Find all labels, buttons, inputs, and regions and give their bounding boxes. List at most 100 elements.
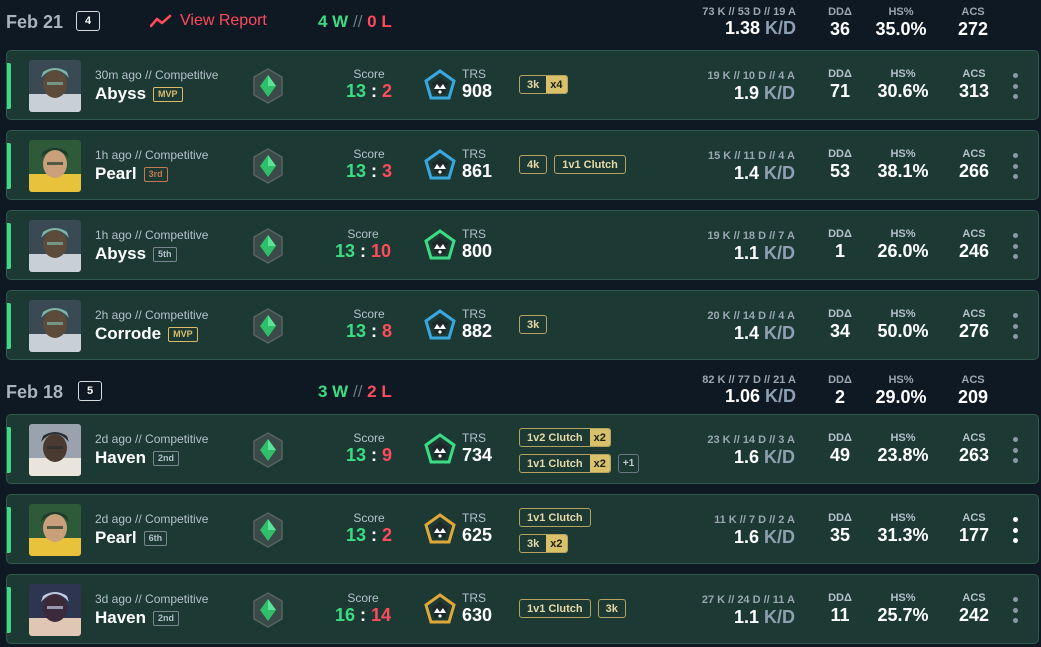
- win-loss-summary: 4 W // 0 L: [318, 12, 392, 31]
- match-acs: ACS 177: [958, 512, 990, 545]
- match-kd: 1.1 K/D: [733, 243, 795, 263]
- more-options-icon[interactable]: [1013, 313, 1019, 339]
- rank-icon: [252, 148, 284, 184]
- rank-icon: [252, 592, 284, 628]
- badge-multiplier: x4: [546, 76, 567, 93]
- trs-rank-icon: [423, 513, 457, 547]
- more-options-icon[interactable]: [1013, 437, 1019, 463]
- day-ddd: DDΔ 36: [828, 6, 852, 39]
- win-indicator: [7, 507, 11, 553]
- match-kd: 1.9 K/D: [733, 83, 795, 103]
- day-header-feb18: Feb 18 5 3 W // 2 L 82 K // 77 D // 21 A…: [0, 370, 1041, 414]
- trs-rank-icon: [423, 309, 457, 343]
- map-name: Abyss MVP: [95, 84, 183, 104]
- agent-portrait: [29, 300, 81, 352]
- day-kd: 1.06 K/D: [724, 386, 796, 406]
- match-card[interactable]: 30m ago // Competitive Abyss MVP Score 1…: [6, 50, 1039, 120]
- placement-badge: 2nd: [153, 610, 180, 626]
- view-report-button[interactable]: View Report: [150, 12, 267, 30]
- placement-badge: 5th: [153, 246, 177, 262]
- day-kda: 82 K // 77 D // 21 A: [702, 374, 796, 386]
- day-header-feb21: Feb 21 4 View Report 4 W // 0 L 73 K // …: [0, 0, 1041, 44]
- match-card[interactable]: 1h ago // Competitive Abyss 5th Score 13…: [6, 210, 1039, 280]
- highlight-badge: 1v1 Clutch: [519, 508, 591, 527]
- rank-icon: [252, 512, 284, 548]
- match-card[interactable]: 1h ago // Competitive Pearl 3rd Score 13…: [6, 130, 1039, 200]
- win-indicator: [7, 63, 11, 109]
- agent-portrait: [29, 220, 81, 272]
- more-options-icon[interactable]: [1013, 233, 1019, 259]
- match-kd: 1.6 K/D: [733, 527, 795, 547]
- match-ddd: DDΔ 35: [828, 512, 852, 545]
- placement-badge: 2nd: [153, 450, 180, 466]
- win-indicator: [7, 303, 11, 349]
- match-card[interactable]: 2d ago // Competitive Haven 2nd Score 13…: [6, 414, 1039, 484]
- more-options-icon[interactable]: [1013, 517, 1019, 543]
- trs-score: TRS 800: [462, 227, 493, 261]
- more-options-icon[interactable]: [1013, 153, 1019, 179]
- map-name: Corrode MVP: [95, 324, 198, 344]
- trs-score: TRS 625: [462, 511, 493, 545]
- rank-icon: [252, 432, 284, 468]
- match-kda: 23 K // 14 D // 3 A: [707, 434, 795, 446]
- highlight-badge: 3k x4: [519, 75, 568, 94]
- map-name: Pearl 6th: [95, 528, 168, 548]
- badge-multiplier: x2: [589, 429, 610, 446]
- day-match-count: 5: [78, 381, 102, 401]
- highlight-badges: [519, 235, 719, 242]
- match-hs: HS% 31.3%: [877, 512, 929, 545]
- more-options-icon[interactable]: [1013, 597, 1019, 623]
- match-score: Score 13:10: [334, 227, 392, 261]
- highlight-badge: 3k: [597, 599, 626, 618]
- trs-score: TRS 882: [462, 307, 493, 341]
- match-acs: ACS 246: [958, 228, 990, 261]
- trs-rank-icon: [423, 433, 457, 467]
- match-acs: ACS 266: [958, 148, 990, 181]
- highlight-badge: 1v1 Clutch x2: [519, 454, 611, 473]
- view-report-label: View Report: [180, 12, 267, 29]
- day-acs: ACS 272: [957, 6, 989, 39]
- match-acs: ACS 276: [958, 308, 990, 341]
- match-meta: 3d ago // Competitive: [95, 592, 209, 606]
- day-date: Feb 21: [6, 12, 64, 32]
- win-loss-summary: 3 W // 2 L: [318, 382, 392, 401]
- match-kda: 20 K // 14 D // 4 A: [707, 310, 795, 322]
- trs-score: TRS 630: [462, 591, 493, 625]
- match-score: Score 13:8: [345, 307, 393, 341]
- agent-portrait: [29, 424, 81, 476]
- match-hs: HS% 23.8%: [877, 432, 929, 465]
- day-hs: HS% 35.0%: [875, 6, 927, 39]
- win-indicator: [7, 587, 11, 633]
- match-acs: ACS 263: [958, 432, 990, 465]
- match-meta: 30m ago // Competitive: [95, 68, 219, 82]
- match-kda: 19 K // 10 D // 4 A: [707, 70, 795, 82]
- highlight-badge: 3k: [519, 315, 548, 334]
- map-name: Pearl 3rd: [95, 164, 168, 184]
- agent-portrait: [29, 60, 81, 112]
- badge-multiplier: x2: [589, 455, 610, 472]
- highlight-badges: 3k: [519, 315, 719, 341]
- match-card[interactable]: 3d ago // Competitive Haven 2nd Score 16…: [6, 574, 1039, 644]
- match-score: Score 13:2: [345, 511, 393, 545]
- highlight-badge: 1v2 Clutch x2: [519, 428, 611, 447]
- match-hs: HS% 25.7%: [877, 592, 929, 625]
- match-card[interactable]: 2h ago // Competitive Corrode MVP Score …: [6, 290, 1039, 360]
- match-hs: HS% 26.0%: [877, 228, 929, 261]
- highlight-badges: 1v1 Clutch 3k: [519, 599, 719, 625]
- more-badges-count[interactable]: +1: [617, 454, 640, 473]
- trs-rank-icon: [423, 149, 457, 183]
- match-card[interactable]: 2d ago // Competitive Pearl 6th Score 13…: [6, 494, 1039, 564]
- rank-icon: [252, 68, 284, 104]
- trs-rank-icon: [423, 593, 457, 627]
- map-name: Haven 2nd: [95, 608, 180, 628]
- more-options-icon[interactable]: [1013, 73, 1019, 99]
- highlight-badge: 4k: [519, 155, 548, 174]
- day-kd: 1.38 K/D: [724, 18, 796, 38]
- match-meta: 2d ago // Competitive: [95, 432, 209, 446]
- day-ddd: DDΔ 2: [828, 374, 852, 407]
- badge-multiplier: x2: [546, 535, 567, 552]
- highlight-badge: 3k x2: [519, 534, 568, 553]
- win-indicator: [7, 427, 11, 473]
- match-ddd: DDΔ 71: [828, 68, 852, 101]
- match-ddd: DDΔ 53: [828, 148, 852, 181]
